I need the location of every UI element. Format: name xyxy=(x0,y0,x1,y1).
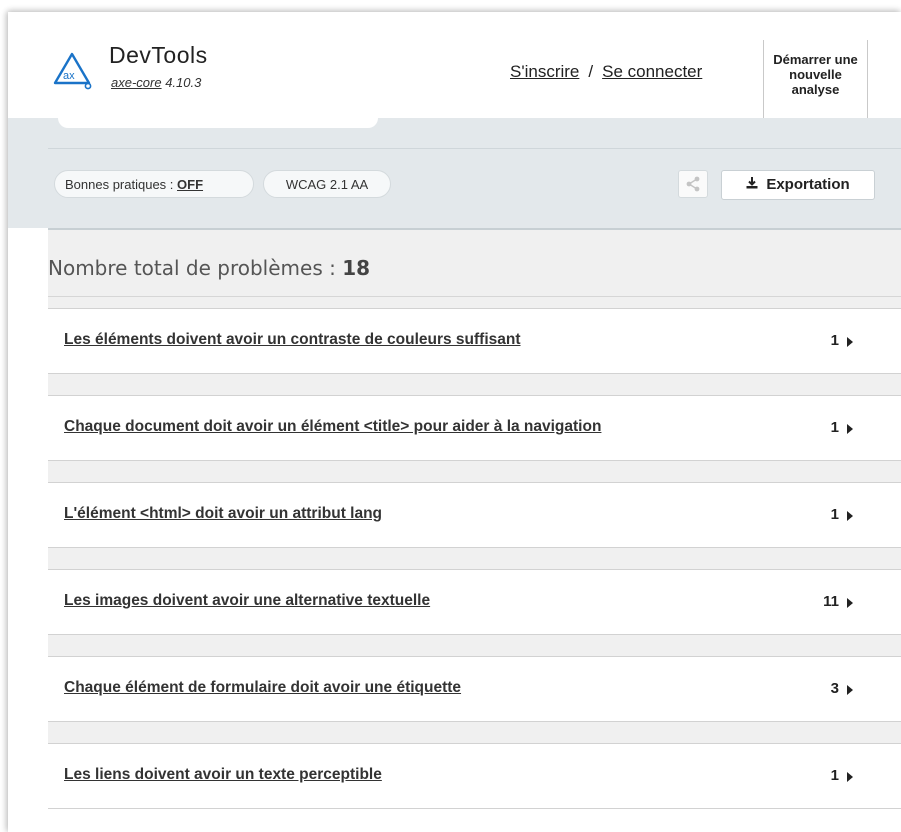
login-link[interactable]: Se connecter xyxy=(602,62,702,81)
version-number: 4.10.3 xyxy=(165,75,202,90)
header: ax DevTools axe-core 4.10.3 S'inscrire / S… xyxy=(8,12,901,118)
issue-count: 1 xyxy=(830,767,839,784)
total-issues: Nombre total de problèmes : 18 xyxy=(48,256,370,280)
issue-title[interactable]: Les images doivent avoir une alternative… xyxy=(64,592,430,610)
issue-row[interactable]: Les liens doivent avoir un texte percept… xyxy=(48,743,901,809)
issue-count: 1 xyxy=(830,419,839,436)
total-issues-label: Nombre total de problèmes : xyxy=(48,256,336,280)
export-button[interactable]: Exportation xyxy=(721,170,875,200)
issue-gap xyxy=(48,461,901,482)
auth-separator: / xyxy=(588,62,594,81)
export-label: Exportation xyxy=(766,176,850,193)
expand-arrow-icon[interactable] xyxy=(847,772,853,782)
expand-arrow-icon[interactable] xyxy=(847,424,853,434)
svg-text:ax: ax xyxy=(63,70,75,82)
issues-list: Les éléments doivent avoir un contraste … xyxy=(48,308,901,809)
auth-links: S'inscrire / Se connecter xyxy=(510,62,702,82)
issue-gap xyxy=(48,374,901,395)
expand-arrow-icon[interactable] xyxy=(847,685,853,695)
issue-row[interactable]: Chaque document doit avoir un élément <t… xyxy=(48,395,901,461)
issue-gap xyxy=(48,722,901,743)
issue-count: 1 xyxy=(830,332,839,349)
total-issues-count: 18 xyxy=(342,256,371,280)
issue-row[interactable]: Les éléments doivent avoir un contraste … xyxy=(48,308,901,374)
expand-arrow-icon[interactable] xyxy=(847,337,853,347)
share-icon xyxy=(686,176,700,192)
issue-title[interactable]: Les liens doivent avoir un texte percept… xyxy=(64,766,382,784)
issue-title[interactable]: Chaque élément de formulaire doit avoir … xyxy=(64,679,461,697)
expand-arrow-icon[interactable] xyxy=(847,511,853,521)
issue-row[interactable]: Chaque élément de formulaire doit avoir … xyxy=(48,656,901,722)
app-title: DevTools xyxy=(109,42,208,68)
expand-arrow-icon[interactable] xyxy=(847,598,853,608)
toolbar-divider xyxy=(48,148,901,149)
issue-count: 11 xyxy=(823,593,839,610)
issue-title[interactable]: L'élément <html> doit avoir un attribut … xyxy=(64,505,382,523)
issue-count: 3 xyxy=(830,680,839,697)
issue-title[interactable]: Les éléments doivent avoir un contraste … xyxy=(64,331,521,349)
issue-row[interactable]: L'élément <html> doit avoir un attribut … xyxy=(48,482,901,548)
share-button[interactable] xyxy=(678,170,708,198)
toolbar: Bonnes pratiques : OFF WCAG 2.1 AA Expor… xyxy=(8,118,901,228)
issue-gap xyxy=(48,548,901,569)
new-analysis-button[interactable]: Démarrer une nouvelle analyse xyxy=(763,40,868,118)
version-info: axe-core 4.10.3 xyxy=(111,75,201,90)
wcag-standard-chip[interactable]: WCAG 2.1 AA xyxy=(263,170,391,198)
best-practices-label: Bonnes pratiques : xyxy=(65,177,174,192)
issue-row[interactable]: Les images doivent avoir une alternative… xyxy=(48,569,901,635)
best-practices-value: OFF xyxy=(177,177,204,192)
axe-core-link[interactable]: axe-core xyxy=(111,75,162,90)
issue-title[interactable]: Chaque document doit avoir un élément <t… xyxy=(64,418,601,436)
download-icon xyxy=(746,171,758,199)
search-input[interactable] xyxy=(58,118,378,128)
issue-gap xyxy=(48,635,901,656)
axe-logo-icon: ax xyxy=(53,52,92,90)
signup-link[interactable]: S'inscrire xyxy=(510,62,579,81)
devtools-panel: ax DevTools axe-core 4.10.3 S'inscrire / S… xyxy=(8,12,901,832)
best-practices-toggle[interactable]: Bonnes pratiques : OFF xyxy=(54,170,254,198)
issue-count: 1 xyxy=(830,506,839,523)
